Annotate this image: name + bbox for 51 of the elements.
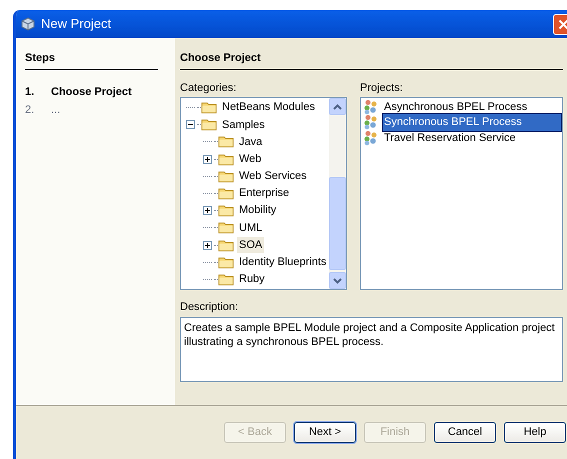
window-title: New Project (41, 15, 112, 34)
panel-title: Choose Project (180, 50, 563, 70)
step-label: Choose Project (51, 84, 132, 100)
expand-icon[interactable] (202, 154, 212, 164)
tree-item[interactable]: Java (237, 134, 264, 150)
beans-icon (363, 130, 379, 146)
beans-icon (363, 98, 379, 115)
project-item[interactable]: Synchronous BPEL Process (383, 114, 561, 130)
dialog-button[interactable]: Cancel (434, 422, 496, 443)
tree-item[interactable]: Ruby (237, 271, 267, 288)
steps-title: Steps (25, 50, 158, 70)
close-icon (558, 18, 567, 30)
folder-icon (218, 221, 234, 234)
dialog-button[interactable]: Help (504, 422, 566, 443)
folder-icon (218, 170, 234, 183)
tree-item[interactable]: Web (237, 150, 264, 168)
cube-icon (21, 17, 35, 31)
scrollbar[interactable] (329, 98, 346, 289)
tree-item[interactable]: NetBeans Modules (220, 99, 317, 116)
step-label: ... (51, 103, 60, 118)
beans-icon (363, 114, 379, 130)
tree-item[interactable]: SOA (237, 236, 264, 254)
tree-item[interactable]: Web Services (237, 168, 309, 185)
categories-tree[interactable]: NetBeans Modules Samples Java Web Web Services Enterprise Mobility UML SOA Identity Blueprints Ruby (180, 97, 347, 290)
folder-icon (218, 187, 234, 200)
project-item[interactable]: Asynchronous BPEL Process (383, 98, 561, 115)
expand-icon[interactable] (202, 240, 212, 250)
folder-icon (218, 238, 234, 252)
folder-icon (218, 135, 234, 148)
step-number: 1. (25, 84, 36, 100)
folder-icon (218, 204, 234, 218)
folder-icon (218, 272, 234, 286)
folder-icon (201, 118, 217, 132)
folder-icon (218, 256, 234, 269)
dialog-button[interactable]: Next > (294, 422, 356, 443)
description-label: Description: (180, 300, 240, 315)
projects-label: Projects: (360, 80, 404, 96)
tree-item[interactable]: Mobility (237, 202, 278, 219)
expand-icon[interactable] (202, 206, 212, 216)
step-number: 2. (25, 103, 36, 118)
folder-icon (201, 101, 217, 114)
categories-label: Categories: (180, 80, 238, 96)
project-item[interactable]: Travel Reservation Service (383, 130, 561, 146)
tree-item[interactable]: UML (237, 220, 264, 236)
projects-list[interactable]: Asynchronous BPEL Process Synchronous BPEL Process Travel Reservation Service (360, 97, 563, 290)
tree-item[interactable]: Samples (220, 116, 267, 134)
tree-item[interactable]: Identity Blueprints (237, 254, 328, 271)
folder-icon (218, 152, 234, 166)
tree-item[interactable]: Enterprise (237, 185, 292, 202)
description-box: Creates a sample BPEL Module project and a Composite Application project illustrating a synchronous BPEL process. (180, 316, 563, 382)
collapse-icon[interactable] (186, 120, 194, 130)
